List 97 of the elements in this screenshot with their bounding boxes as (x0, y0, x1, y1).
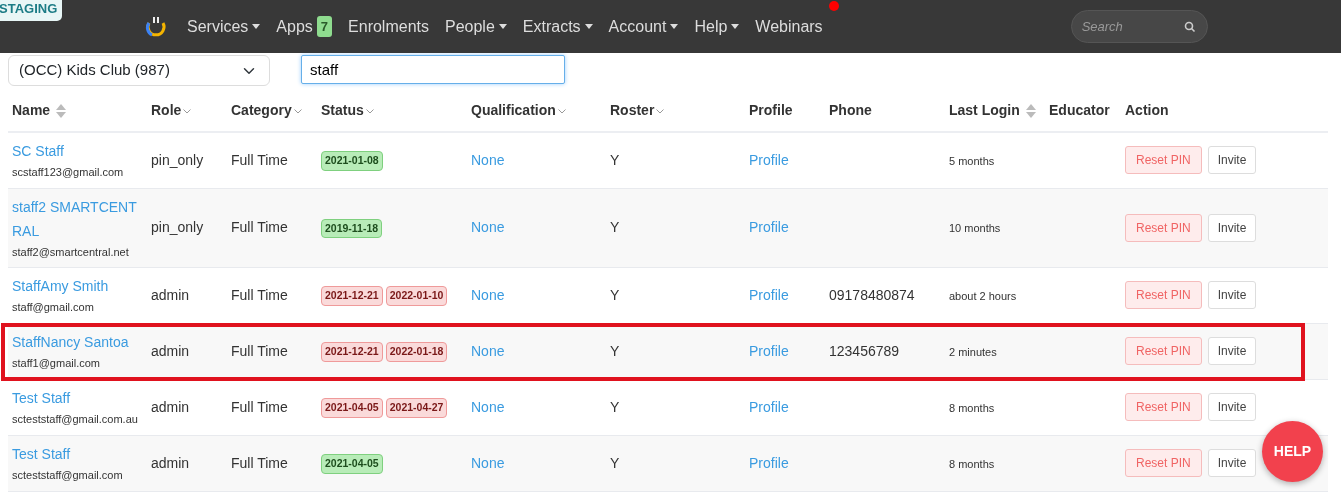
nav-menu-item[interactable]: Services (179, 14, 269, 39)
phone-text: 123456789 (829, 342, 900, 359)
staff-name-link[interactable]: StaffNancy Santoa (12, 330, 143, 354)
invite-button[interactable]: Invite (1207, 213, 1257, 242)
category-text: Full Time (231, 398, 288, 415)
column-header[interactable]: Role (151, 102, 182, 118)
nav-menu-item[interactable]: Extracts (514, 14, 601, 39)
search-field[interactable]: Search (1070, 10, 1208, 43)
profile-link[interactable]: Profile (749, 398, 789, 415)
category-text: Full Time (231, 454, 288, 471)
staff-name-link[interactable]: Test Staff (12, 442, 143, 466)
role-text: admin (151, 286, 190, 303)
invite-button[interactable]: Invite (1207, 337, 1257, 365)
column-header: Phone (829, 102, 872, 118)
column-header[interactable]: Name (12, 102, 51, 118)
nav-menu-item[interactable]: Apps 7 (268, 14, 341, 39)
column-header: Educator (1049, 102, 1110, 118)
category-text: Full Time (231, 219, 288, 235)
last-login-text: 2 minutes (949, 345, 997, 358)
reset-pin-button[interactable]: Reset PIN (1125, 393, 1202, 421)
qualification-link[interactable]: None (471, 151, 505, 168)
roster-text: Y (610, 286, 620, 303)
role-text: pin_only (151, 151, 204, 168)
qualification-link[interactable]: None (471, 398, 505, 415)
last-login-text: 5 months (949, 154, 995, 167)
invite-button[interactable]: Invite (1207, 393, 1257, 421)
profile-link[interactable]: Profile (749, 219, 789, 235)
reset-pin-button[interactable]: Reset PIN (1125, 213, 1202, 242)
staff-name-link[interactable]: StaffAmy Smith (12, 274, 143, 298)
reset-pin-button[interactable]: Reset PIN (1125, 281, 1202, 309)
qualification-link[interactable]: None (471, 342, 505, 359)
nav-menu-item[interactable]: Account (600, 14, 687, 39)
profile-link[interactable]: Profile (749, 151, 789, 168)
reset-pin-button[interactable]: Reset PIN (1125, 449, 1202, 477)
roster-text: Y (610, 342, 620, 359)
column-header[interactable]: Status (321, 102, 364, 118)
filter-field[interactable]: staff (301, 55, 565, 84)
qualification-link[interactable]: None (471, 286, 505, 303)
status-date-badge: 2021-04-05 (321, 454, 383, 474)
role-text: admin (151, 342, 190, 359)
count-badge: 7 (316, 15, 333, 38)
email-text: scteststaff@gmail.com (12, 468, 124, 483)
roster-text: Y (610, 151, 620, 168)
column-header[interactable]: Roster (610, 102, 655, 118)
nav-menu-item[interactable]: Help (686, 14, 748, 39)
profile-link[interactable]: Profile (749, 286, 789, 303)
status-date-badge: 2021-04-27 (385, 398, 448, 418)
nav-menu-item[interactable]: Webinars (747, 14, 831, 39)
column-header[interactable]: Last Login (949, 102, 1020, 118)
staff-name-link[interactable]: Test Staff (12, 386, 143, 410)
role-text: admin (151, 398, 190, 415)
profile-link[interactable]: Profile (749, 342, 789, 359)
environment-badge: STAGING (0, 0, 63, 21)
role-text: admin (151, 454, 190, 471)
status-date-badge: 2022-01-10 (385, 286, 448, 306)
status-date-badge: 2021-01-08 (321, 151, 383, 172)
status-date-badge: 2021-12-21 (321, 286, 383, 306)
category-text: Full Time (231, 151, 288, 168)
category-text: Full Time (231, 342, 288, 359)
nav-menu-item[interactable]: People (437, 14, 515, 39)
roster-text: Y (610, 219, 620, 235)
last-login-text: 8 months (949, 401, 995, 414)
status-date-badge: 2021-12-21 (321, 342, 383, 362)
role-text: pin_only (151, 219, 204, 235)
status-date-badge: 2022-01-18 (385, 342, 448, 362)
invite-button[interactable]: Invite (1207, 281, 1257, 309)
profile-link[interactable]: Profile (749, 454, 789, 471)
search-icon (1183, 21, 1196, 33)
column-header: Profile (749, 102, 793, 118)
roster-text: Y (610, 398, 620, 415)
staff-name-link[interactable]: staff2 SMARTCENTRAL (12, 194, 143, 243)
reset-pin-button[interactable]: Reset PIN (1125, 337, 1202, 365)
logo-icon (145, 14, 167, 39)
status-date-badge: 2019-11-18 (321, 218, 383, 239)
qualification-link[interactable]: None (471, 219, 505, 235)
staff-name-link[interactable]: SC Staff (12, 139, 143, 164)
qualification-link[interactable]: None (471, 454, 505, 471)
last-login-text: about 2 hours (949, 289, 1017, 302)
status-date-badge: 2021-04-05 (321, 398, 383, 418)
phone-text: 09178480874 (829, 286, 915, 303)
last-login-text: 10 months (949, 222, 1001, 234)
service-select[interactable]: (OCC) Kids Club (987) (8, 55, 270, 86)
category-text: Full Time (231, 286, 288, 303)
email-text: staff2@smartcentral.net (12, 244, 130, 260)
invite-button[interactable]: Invite (1207, 146, 1257, 175)
last-login-text: 8 months (949, 457, 995, 470)
reset-pin-button[interactable]: Reset PIN (1125, 146, 1202, 175)
email-text: staff1@gmail.com (12, 356, 101, 371)
column-header[interactable]: Qualification (471, 102, 556, 118)
nav-menu-item[interactable]: Enrolments (340, 14, 437, 39)
email-text: scteststaff@gmail.com.au (12, 412, 139, 427)
column-header: Action (1125, 102, 1169, 118)
invite-button[interactable]: Invite (1207, 449, 1257, 477)
roster-text: Y (610, 454, 620, 471)
email-text: scstaff123@gmail.com (12, 165, 125, 181)
column-header[interactable]: Category (231, 102, 292, 118)
email-text: staff@gmail.com (12, 300, 95, 315)
